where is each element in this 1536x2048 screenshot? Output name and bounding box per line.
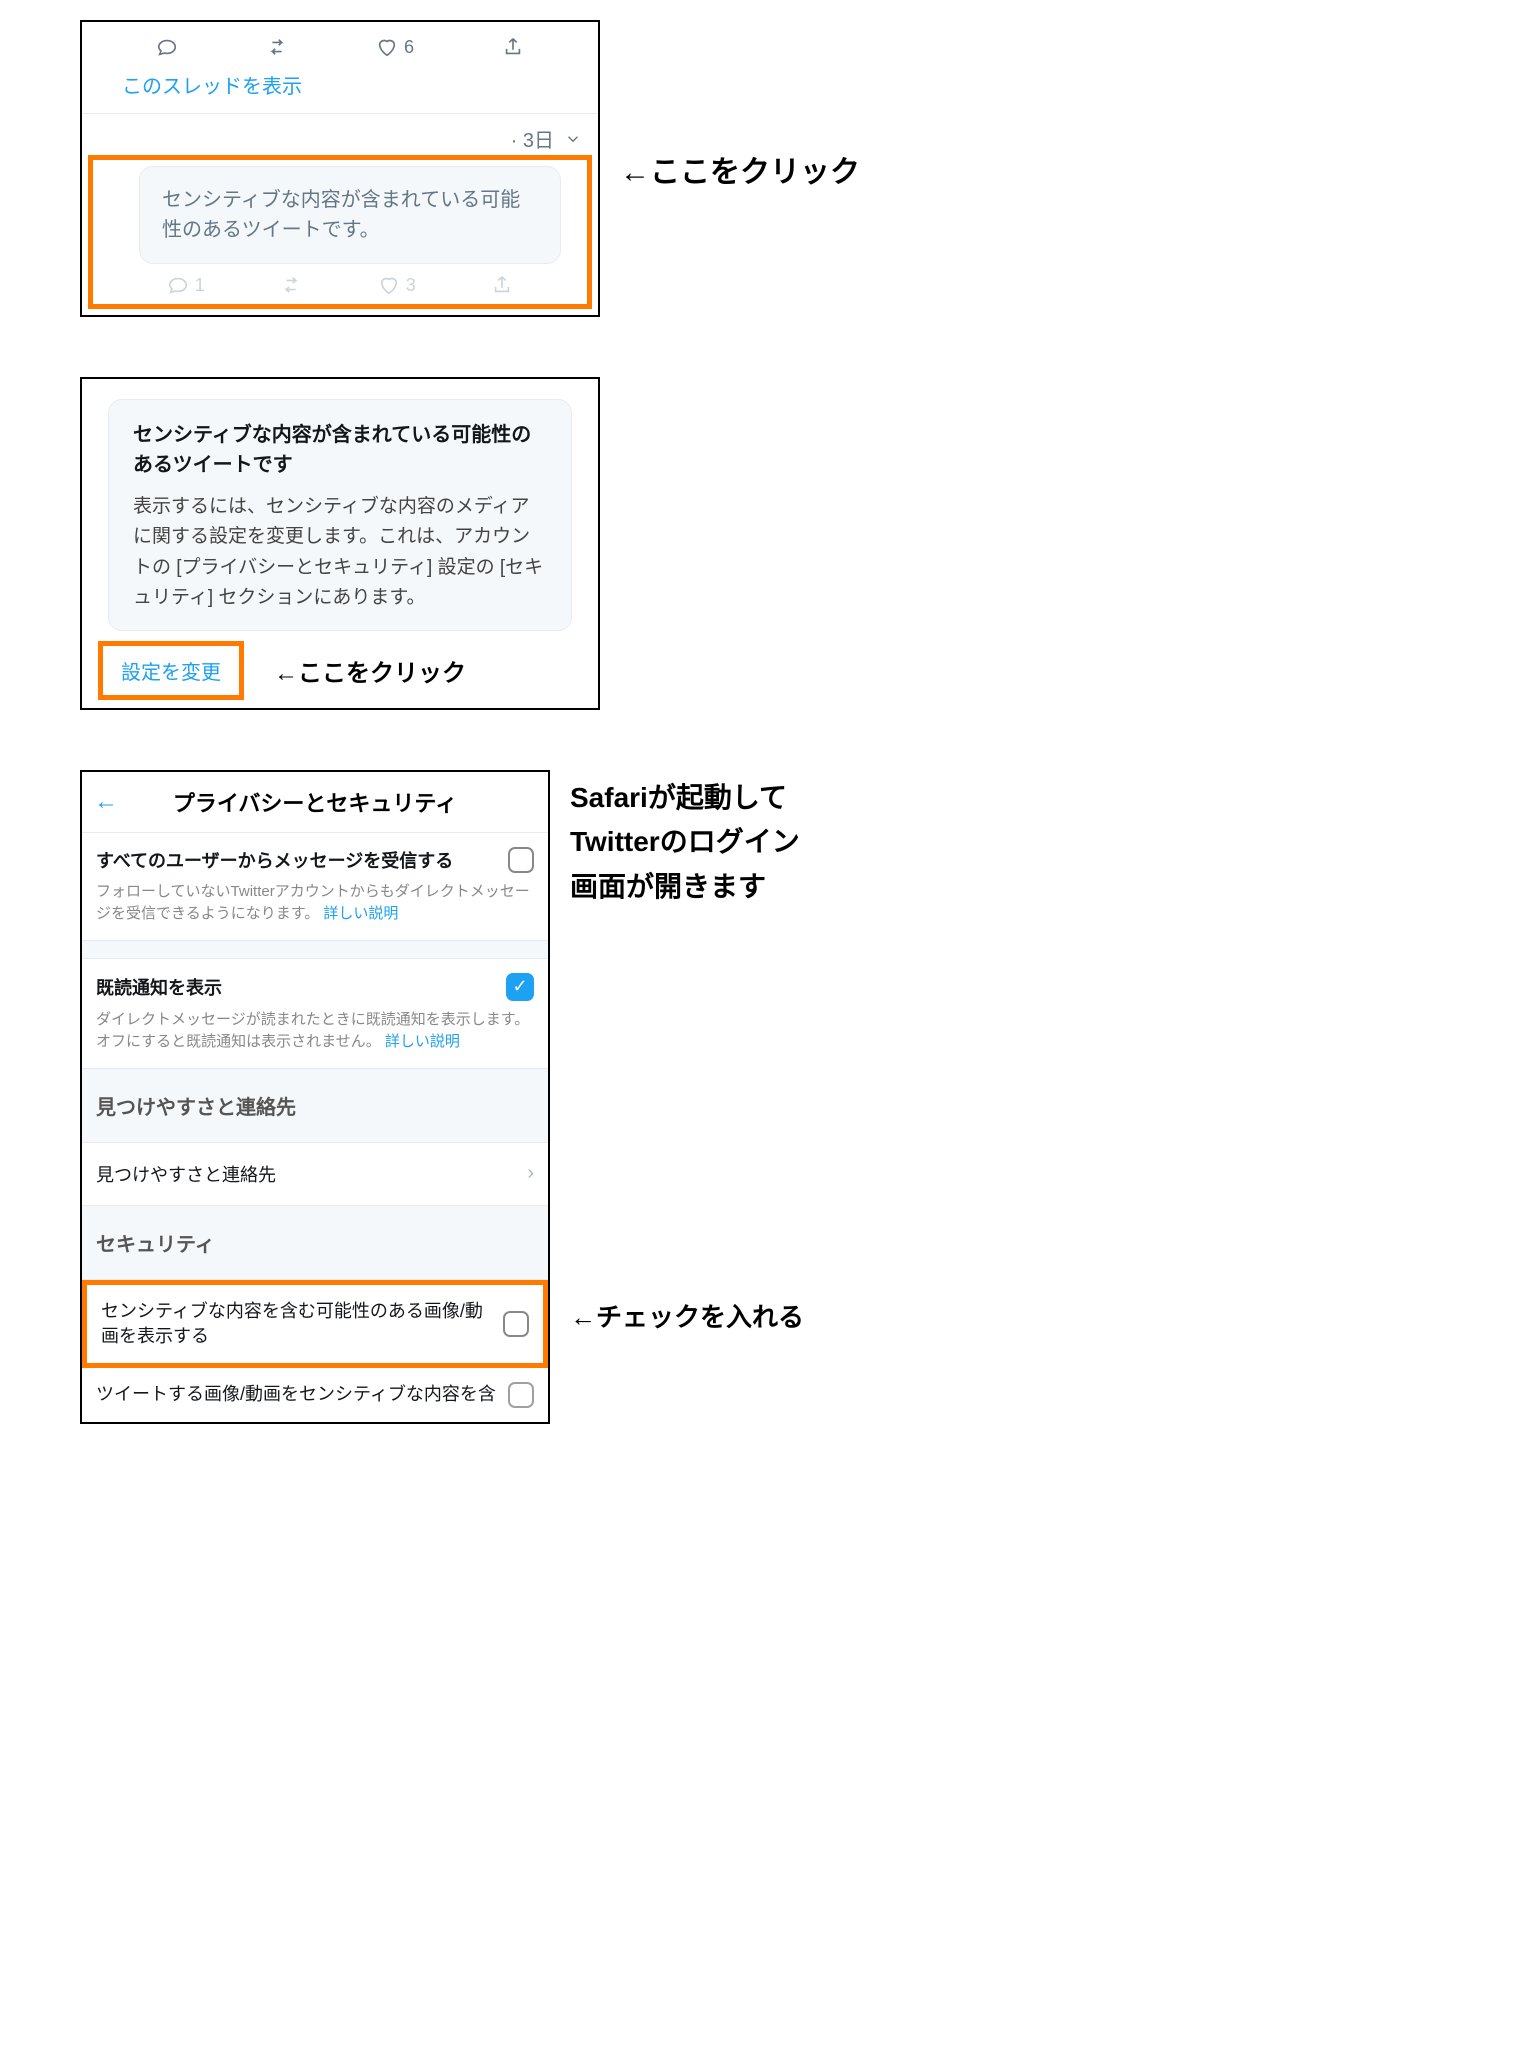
settings-header: ← プライバシーとセキュリティ — [82, 772, 548, 833]
reply-icon — [167, 274, 189, 296]
retweet-icon — [266, 36, 288, 58]
annotation-click-here-1: ←ここをクリック — [620, 147, 860, 191]
like-count: 6 — [404, 37, 414, 58]
sensitive-highlight: センシティブな内容が含まれている可能性のあるツイートです。 1 3 — [88, 155, 592, 309]
show-thread-link[interactable]: このスレッドを表示 — [82, 64, 598, 113]
setting-mark-sensitive[interactable]: ツイートする画像/動画をセンシティブな内容を含 — [82, 1368, 548, 1422]
heart-icon — [378, 274, 400, 296]
setting-description: ダイレクトメッセージが読まれたときに既読通知を表示します。オフにすると既読通知は… — [96, 1009, 534, 1054]
chevron-down-icon[interactable] — [564, 130, 582, 148]
setting-label: センシティブな内容を含む可能性のある画像/動画を表示する — [101, 1299, 493, 1349]
reply-button-faded: 1 — [167, 274, 205, 296]
section-security: セキュリティ — [82, 1206, 548, 1280]
checkbox-checked-icon[interactable]: ✓ — [506, 973, 534, 1001]
checkbox-empty-icon[interactable] — [508, 847, 534, 873]
setting-label: 既読通知を表示 — [96, 974, 222, 1000]
retweet-icon — [280, 274, 302, 296]
setting-read-receipts[interactable]: 既読通知を表示 ✓ ダイレクトメッセージが読まれたときに既読通知を表示します。オ… — [82, 959, 548, 1069]
share-icon — [502, 36, 524, 58]
share-button[interactable] — [502, 36, 524, 58]
reply-icon — [156, 36, 178, 58]
annotation-click-here-2: ←ここをクリック — [274, 653, 466, 688]
setting-receive-dm[interactable]: すべてのユーザーからメッセージを受信する フォローしていないTwitterアカウ… — [82, 833, 548, 941]
share-icon — [491, 274, 513, 296]
tweet-panel: 6 このスレッドを表示 · 3日 センシティブな内容が含まれている可能性のあるツ… — [80, 20, 600, 317]
annotation-check-this: ←チェックを入れる — [570, 1297, 804, 1334]
nav-discoverability[interactable]: 見つけやすさと連絡先 › — [82, 1143, 548, 1206]
learn-more-link[interactable]: 詳しい説明 — [385, 1033, 460, 1050]
setting-label: すべてのユーザーからメッセージを受信する — [96, 847, 453, 873]
checkbox-empty-icon[interactable] — [508, 1382, 534, 1408]
like-button-faded: 3 — [378, 274, 416, 296]
nav-label: 見つけやすさと連絡先 — [96, 1161, 276, 1187]
change-settings-link[interactable]: 設定を変更 — [121, 662, 221, 684]
annotation-safari-login: Safariが起動してTwitterのログイン画面が開きます — [570, 776, 800, 910]
sensitive-card: センシティブな内容が含まれている可能性のあるツイートです 表示するには、センシテ… — [108, 399, 572, 631]
share-button-faded — [491, 274, 513, 296]
tweet-meta: · 3日 — [82, 114, 598, 155]
retweet-button-faded — [280, 274, 302, 296]
tweet-action-bar: 6 — [82, 22, 598, 64]
tweet-action-bar-faded: 1 3 — [99, 274, 581, 298]
change-settings-highlight: 設定を変更 — [98, 641, 244, 700]
learn-more-link[interactable]: 詳しい説明 — [323, 905, 398, 922]
setting-description: フォローしていないTwitterアカウントからもダイレクトメッセージを受信できる… — [96, 881, 534, 926]
settings-title: プライバシーとセキュリティ — [118, 786, 512, 818]
sensitive-warning[interactable]: センシティブな内容が含まれている可能性のあるツイートです。 — [139, 166, 561, 264]
setting-display-sensitive-media[interactable]: センシティブな内容を含む可能性のある画像/動画を表示する — [82, 1280, 548, 1368]
checkbox-empty-icon[interactable] — [503, 1311, 529, 1337]
chevron-right-icon: › — [527, 1162, 534, 1185]
timestamp: · 3日 — [511, 124, 554, 153]
like-button[interactable]: 6 — [376, 36, 414, 58]
section-discoverability: 見つけやすさと連絡先 — [82, 1069, 548, 1143]
privacy-settings-panel: ← プライバシーとセキュリティ すべてのユーザーからメッセージを受信する フォロ… — [80, 770, 550, 1424]
sensitive-body: 表示するには、センシティブな内容のメディアに関する設定を変更します。これは、アカ… — [133, 492, 547, 614]
retweet-button[interactable] — [266, 36, 288, 58]
heart-icon — [376, 36, 398, 58]
setting-label: ツイートする画像/動画をセンシティブな内容を含 — [96, 1382, 496, 1407]
sensitive-title: センシティブな内容が含まれている可能性のあるツイートです — [133, 420, 547, 480]
sensitive-detail-panel: センシティブな内容が含まれている可能性のあるツイートです 表示するには、センシテ… — [80, 377, 600, 710]
reply-button[interactable] — [156, 36, 178, 58]
back-button[interactable]: ← — [94, 788, 118, 816]
